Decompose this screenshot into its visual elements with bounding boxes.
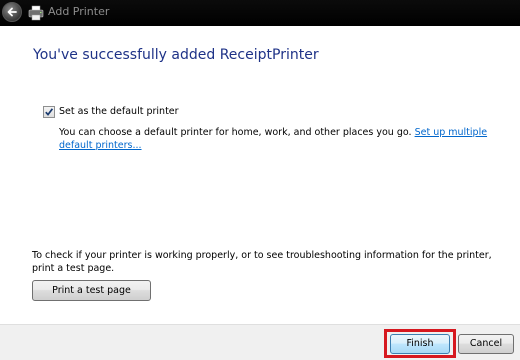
finish-button[interactable]: Finish (390, 334, 450, 354)
test-page-info: To check if your printer is working prop… (32, 250, 492, 274)
window-title: Add Printer (48, 5, 110, 18)
default-printer-label[interactable]: Set as the default printer (59, 106, 179, 117)
title-bar: Add Printer (0, 0, 520, 26)
add-printer-window: Add Printer You've successfully added Re… (0, 0, 520, 360)
default-printer-description: You can choose a default printer for hom… (59, 126, 499, 152)
checkmark-icon (45, 108, 54, 116)
printer-icon (28, 5, 44, 21)
print-test-page-button[interactable]: Print a test page (32, 280, 151, 301)
back-button[interactable] (2, 2, 22, 22)
cancel-button[interactable]: Cancel (458, 334, 514, 354)
description-text: You can choose a default printer for hom… (59, 127, 412, 138)
page-heading: You've successfully added ReceiptPrinter (33, 47, 319, 63)
default-printer-checkbox[interactable] (43, 106, 55, 118)
back-arrow-icon (7, 7, 17, 17)
